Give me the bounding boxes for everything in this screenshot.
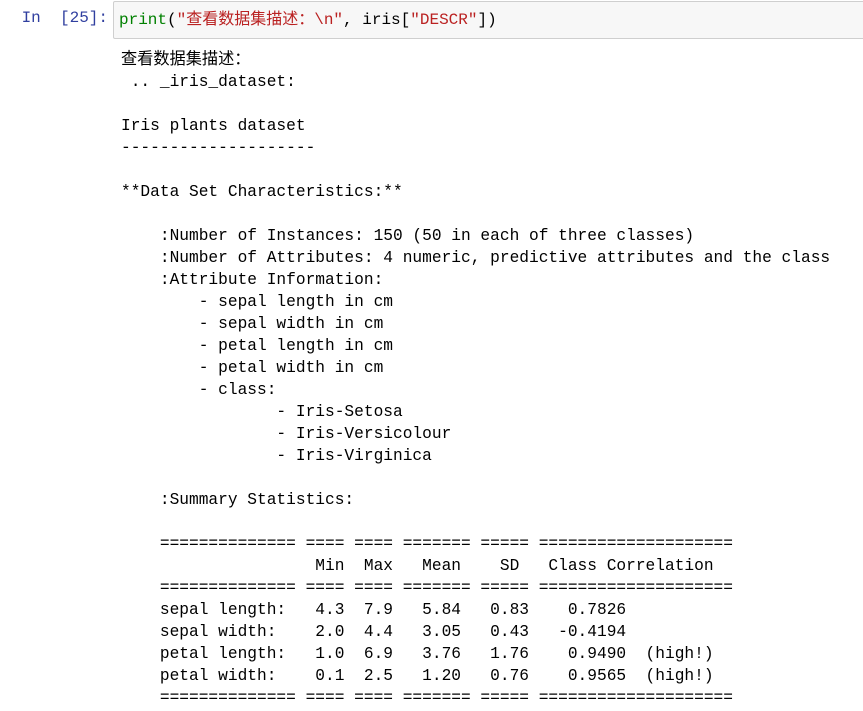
code-key-string: "DESCR" — [410, 11, 478, 29]
output-line: sepal length: 4.3 7.9 5.84 0.83 0.7826 — [121, 601, 627, 619]
code-function: print — [119, 11, 168, 29]
output-line: -------------------- — [121, 139, 316, 157]
output-line: - sepal width in cm — [121, 315, 384, 333]
output-line: - class: — [121, 381, 277, 399]
code-input-area[interactable]: print("查看数据集描述：\n", iris["DESCR"]) — [113, 1, 863, 39]
output-line: ============== ==== ==== ======= ===== =… — [121, 689, 733, 707]
output-line: petal width: 0.1 2.5 1.20 0.76 0.9565 (h… — [121, 667, 714, 685]
output-line: **Data Set Characteristics:** — [121, 183, 403, 201]
output-line: - Iris-Setosa — [121, 403, 403, 421]
cell-output: 查看数据集描述： .. _iris_dataset: Iris plants d… — [121, 49, 830, 709]
code-open-paren: ( — [167, 11, 177, 29]
output-line: :Number of Instances: 150 (50 in each of… — [121, 227, 695, 245]
output-line: - petal width in cm — [121, 359, 384, 377]
input-prompt: In [25]: — [21, 9, 108, 27]
output-line: .. _iris_dataset: — [121, 73, 296, 91]
output-line: :Number of Attributes: 4 numeric, predic… — [121, 249, 831, 267]
output-line: - petal length in cm — [121, 337, 393, 355]
output-line: ============== ==== ==== ======= ===== =… — [121, 579, 733, 597]
output-line: - Iris-Versicolour — [121, 425, 452, 443]
output-line: petal length: 1.0 6.9 3.76 1.76 0.9490 (… — [121, 645, 714, 663]
code-line[interactable]: print("查看数据集描述：\n", iris["DESCR"]) — [119, 10, 497, 30]
output-line: ============== ==== ==== ======= ===== =… — [121, 535, 733, 553]
output-line: :Summary Statistics: — [121, 491, 355, 509]
output-line: sepal width: 2.0 4.4 3.05 0.43 -0.4194 — [121, 623, 627, 641]
output-line: - Iris-Virginica — [121, 447, 432, 465]
code-close: ]) — [477, 11, 497, 29]
code-args: , iris[ — [343, 11, 411, 29]
output-line: :Attribute Information: — [121, 271, 384, 289]
output-line: Min Max Mean SD Class Correlation — [121, 557, 714, 575]
output-line: Iris plants dataset — [121, 117, 306, 135]
output-line: - sepal length in cm — [121, 293, 393, 311]
output-line: 查看数据集描述： — [121, 51, 251, 69]
code-string: "查看数据集描述：\n" — [176, 11, 344, 29]
